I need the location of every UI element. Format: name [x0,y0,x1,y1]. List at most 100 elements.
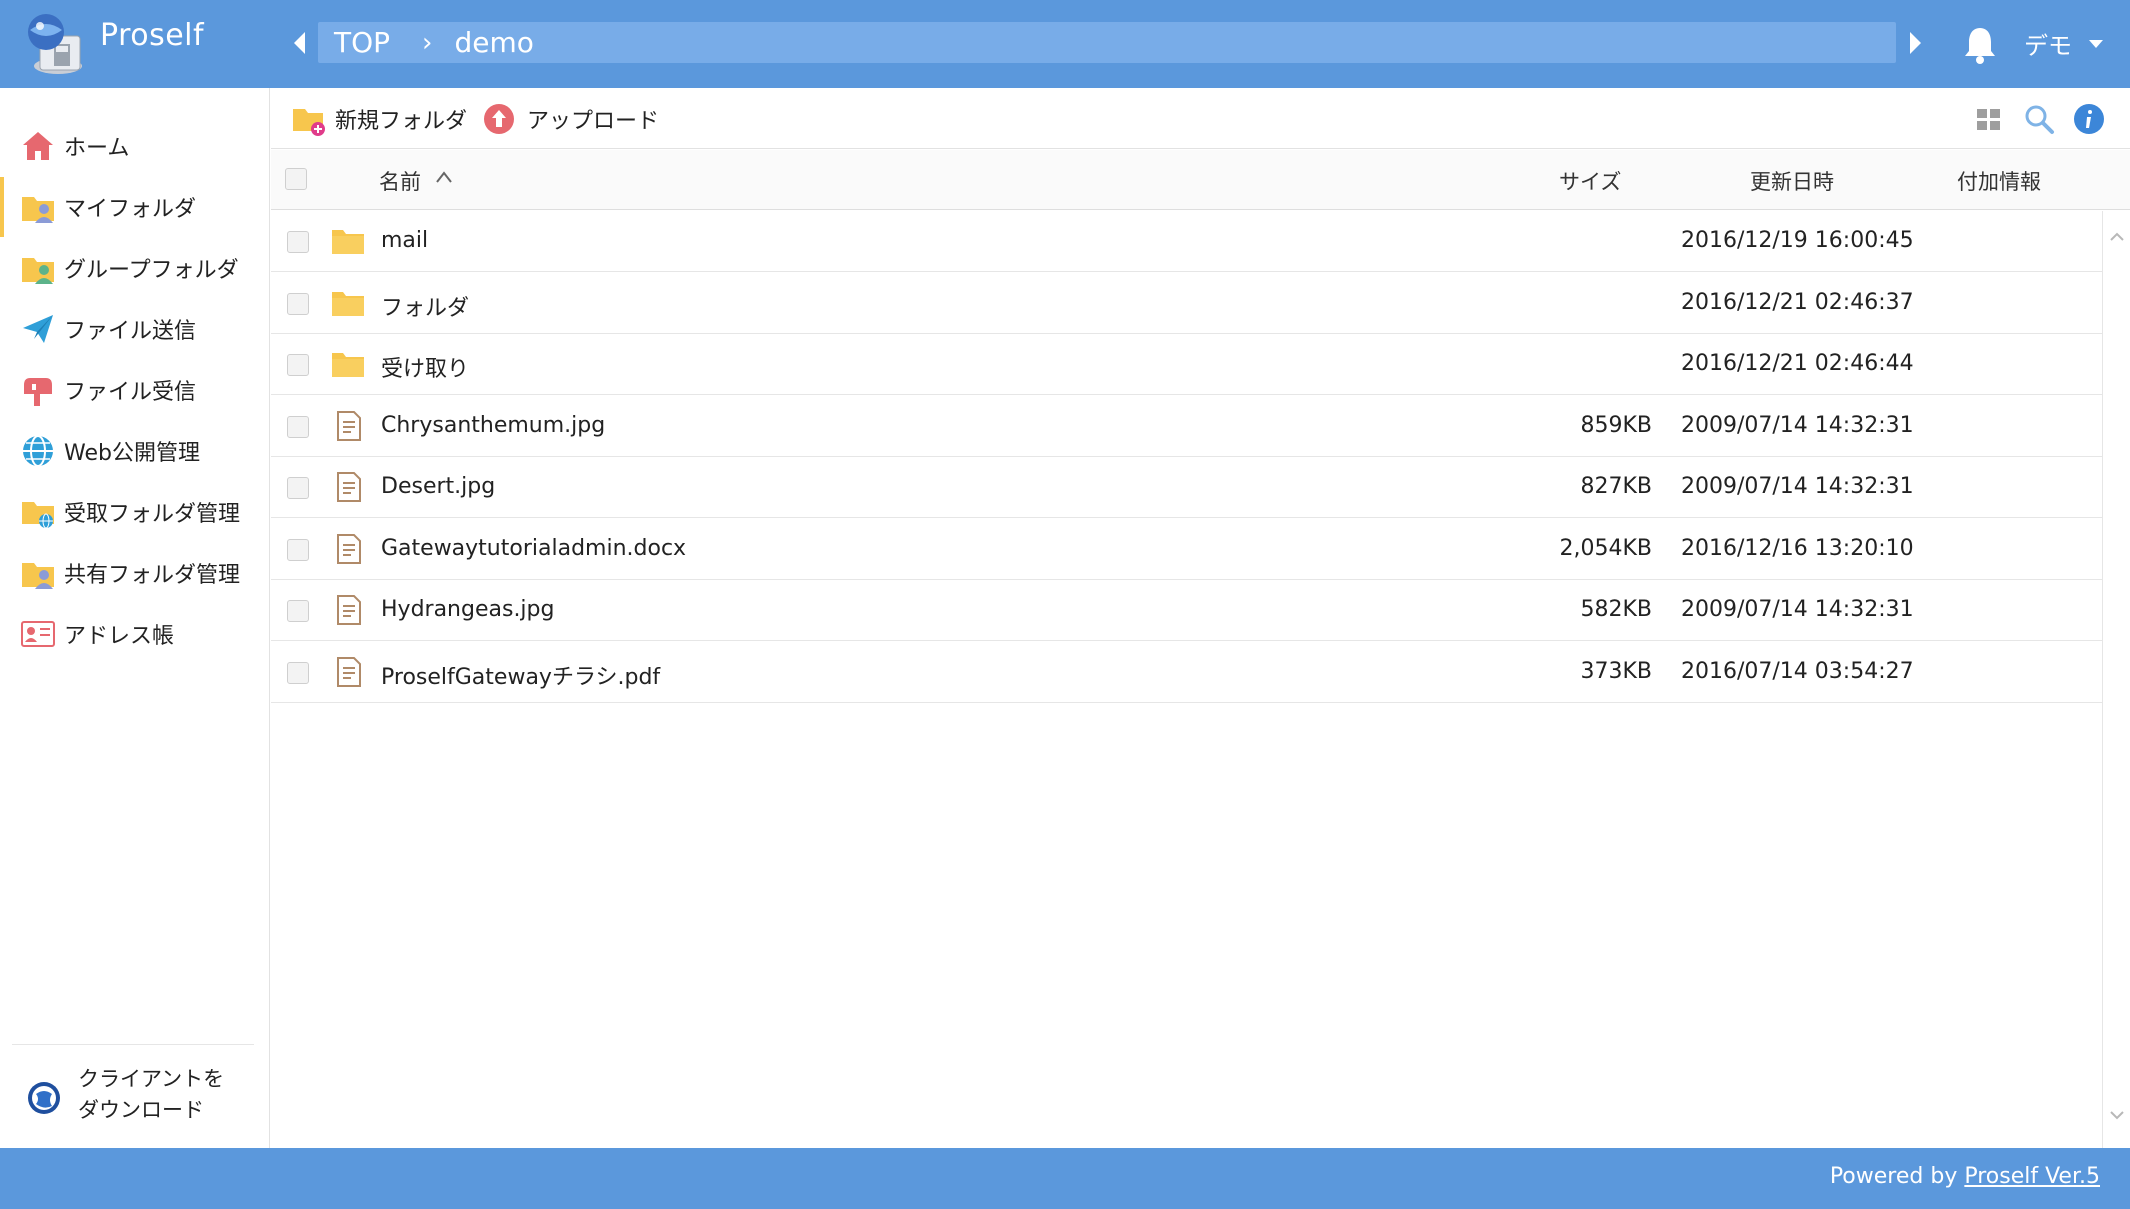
sidebar-item-label: ファイル送信 [64,319,197,344]
sidebar-item-address-book[interactable]: アドレス帳 [0,604,270,664]
file-updated: 2009/07/14 14:32:31 [1681,474,1914,499]
folder-icon [332,291,364,316]
row-checkbox[interactable] [287,477,309,499]
new-folder-icon [293,109,325,136]
sidebar-item-file-send[interactable]: ファイル送信 [0,299,270,359]
scroll-down-icon[interactable] [2109,1107,2125,1123]
app-footer: Powered by Proself Ver.5 [0,1148,2130,1209]
file-size: 859KB [1580,412,1652,438]
sidebar-item-group-folder[interactable]: グループフォルダ [0,238,270,298]
sidebar-item-label: ファイル受信 [64,380,197,405]
sidebar-item-label: マイフォルダ [64,197,197,222]
file-name[interactable]: Hydrangeas.jpg [381,597,554,622]
sidebar-item-receive-folder-admin[interactable]: 受取フォルダ管理 [0,482,270,542]
table-row[interactable]: Gatewaytutorialadmin.docx 2,054KB 2016/12/… [271,519,2102,580]
file-updated: 2016/12/16 13:20:10 [1681,535,1914,561]
sidebar-item-label: グループフォルダ [64,258,239,283]
user-name: デモ [2024,32,2072,60]
file-updated: 2016/07/14 03:54:27 [1681,658,1914,684]
upload-label: アップロード [527,109,660,134]
table-row[interactable]: mail 2016/12/19 16:00:45 [271,211,2102,272]
grid-view-icon[interactable] [1973,103,2005,135]
file-name[interactable]: ProselfGatewayチラシ.pdf [381,659,660,691]
table-row[interactable]: ProselfGatewayチラシ.pdf 373KB 2016/07/14 03:… [271,642,2102,703]
search-icon[interactable] [2023,103,2055,135]
row-checkbox[interactable] [287,415,309,438]
folder-icon [332,353,364,377]
row-checkbox[interactable] [287,354,309,376]
select-all-checkbox[interactable] [285,168,307,190]
breadcrumb-item-top[interactable]: TOP [334,26,390,59]
column-header-size[interactable]: サイズ [1559,166,1621,196]
forward-arrow-icon[interactable] [1905,28,1925,58]
sidebar-item-file-receive[interactable]: ファイル受信 [0,360,270,420]
upload-button[interactable]: アップロード [483,101,659,137]
table-row[interactable]: 受け取り 2016/12/21 02:46:44 [271,334,2102,395]
file-updated: 2016/12/21 02:46:44 [1681,351,1914,376]
column-header-extra[interactable]: 付加情報 [1957,166,2041,196]
file-name[interactable]: Gatewaytutorialadmin.docx [381,536,686,561]
app-title: Proself [100,18,205,53]
scroll-up-icon[interactable] [2109,229,2125,245]
client-globe-icon [28,1082,60,1114]
receive-folder-icon [22,502,54,529]
table-row[interactable]: Hydrangeas.jpg 582KB 2009/07/14 14:32:31 [271,580,2102,641]
back-arrow-icon[interactable] [290,28,310,58]
row-checkbox[interactable] [287,600,309,622]
toolbar: 新規フォルダ アップロード [271,89,2130,149]
breadcrumb: TOP › demo [318,22,1896,63]
row-checkbox[interactable] [287,538,309,561]
vertical-scrollbar[interactable] [2102,211,2130,1148]
file-name[interactable]: フォルダ [381,290,469,322]
send-icon [23,315,53,343]
file-updated: 2016/12/19 16:00:45 [1681,228,1914,253]
sidebar-item-label: 共有フォルダ管理 [64,563,241,588]
row-checkbox[interactable] [287,661,309,684]
file-size: 373KB [1580,658,1652,684]
table-row[interactable]: Chrysanthemum.jpg 859KB 2009/07/14 14:32:3… [271,396,2102,457]
user-menu[interactable]: デモ [2024,26,2104,61]
file-name[interactable]: mail [381,228,428,253]
column-header-name[interactable]: 名前 [379,166,421,196]
home-icon [23,132,53,160]
sidebar: ホーム マイフォルダ グループフォルダ ファイル送信 ファイル受信 Web公開管… [0,88,270,1148]
breadcrumb-item-demo[interactable]: demo [454,26,533,59]
sidebar-item-label: アドレス帳 [64,624,175,649]
file-icon [337,533,361,564]
table-header: 名前 サイズ 更新日時 付加情報 [271,150,2130,210]
file-size: 2,054KB [1559,535,1652,561]
file-name[interactable]: Desert.jpg [381,474,495,499]
column-header-updated[interactable]: 更新日時 [1750,166,1834,196]
sort-ascending-icon[interactable] [435,170,453,184]
shared-folder-icon [22,563,54,589]
sidebar-item-home[interactable]: ホーム [0,116,270,176]
upload-icon [484,104,514,134]
file-updated: 2016/12/21 02:46:37 [1681,289,1914,315]
sidebar-divider [12,1044,254,1045]
file-name[interactable]: Chrysanthemum.jpg [381,413,605,438]
sidebar-item-web-publish[interactable]: Web公開管理 [0,421,270,481]
sidebar-item-label: ホーム [64,136,130,161]
file-updated: 2009/07/14 14:32:31 [1681,597,1914,622]
sidebar-item-my-folder[interactable]: マイフォルダ [0,177,270,237]
new-folder-button[interactable]: 新規フォルダ [291,101,467,137]
proself-version-link[interactable]: Proself Ver.5 [1964,1164,2100,1189]
sidebar-item-label: 受取フォルダ管理 [64,502,241,527]
file-updated: 2009/07/14 14:32:31 [1681,412,1914,438]
info-icon[interactable] [2073,103,2105,135]
address-book-icon [21,621,55,647]
my-folder-icon [22,197,54,223]
row-checkbox[interactable] [287,292,309,315]
globe-icon [23,435,53,467]
file-size: 582KB [1580,597,1652,622]
folder-icon [332,230,364,254]
sidebar-item-label: Web公開管理 [64,441,200,466]
client-download-label: クライアントを ダウンロード [78,1064,224,1126]
table-row[interactable]: Desert.jpg 827KB 2009/07/14 14:32:31 [271,457,2102,518]
notification-bell-icon[interactable] [1962,24,1998,64]
file-name[interactable]: 受け取り [381,351,469,383]
sidebar-item-shared-folder-admin[interactable]: 共有フォルダ管理 [0,543,270,603]
table-row[interactable]: フォルダ 2016/12/21 02:46:37 [271,273,2102,334]
client-download-link[interactable]: クライアントを ダウンロード [26,1064,256,1134]
row-checkbox[interactable] [287,231,309,253]
